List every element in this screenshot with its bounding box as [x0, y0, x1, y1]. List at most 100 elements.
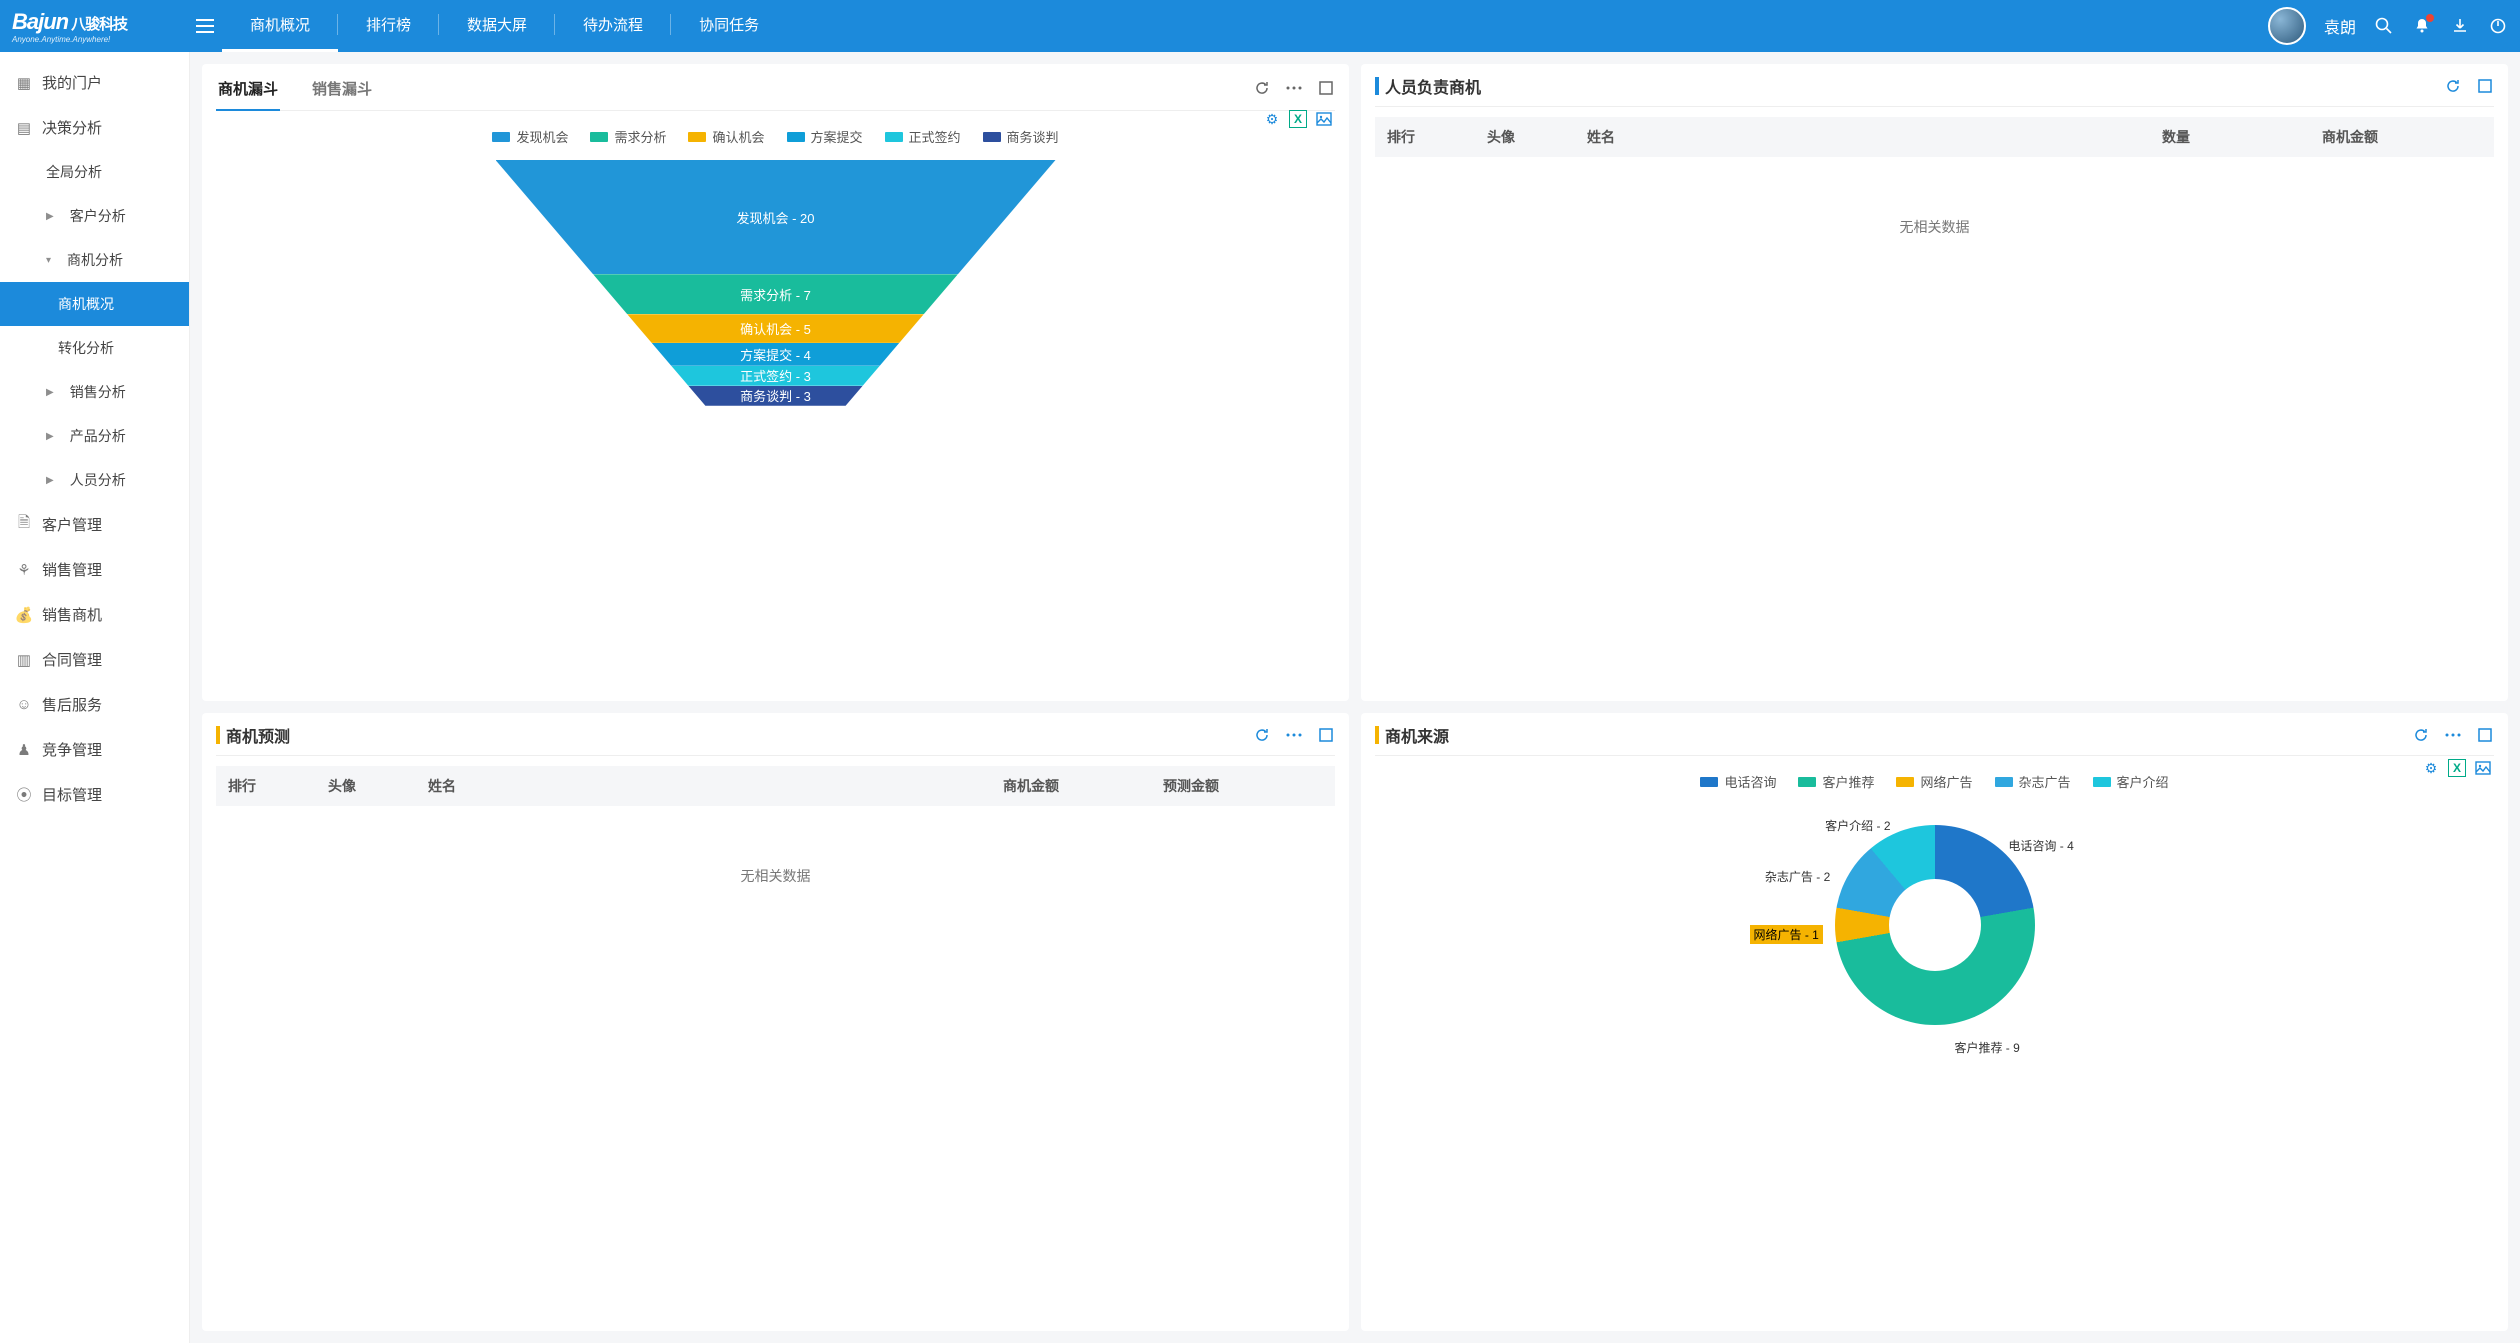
col-avatar: 头像	[328, 776, 408, 796]
funnel-segment-0[interactable]: 发现机会 - 20	[496, 160, 1056, 274]
top-tab-4[interactable]: 协同任务	[671, 0, 787, 52]
title-accent	[1375, 77, 1379, 95]
pie-label-2: 网络广告 - 1	[1750, 925, 1823, 944]
sidebar-item-9[interactable]: ▶人员分析	[0, 458, 189, 502]
expand-icon[interactable]	[1317, 79, 1335, 97]
sidebar-item-6[interactable]: 转化分析	[0, 326, 189, 370]
top-tab-0[interactable]: 商机概况	[222, 0, 338, 52]
legend-item[interactable]: 杂志广告	[1995, 772, 2071, 791]
funnel-tab-1[interactable]: 销售漏斗	[310, 74, 374, 111]
money-icon: 💰	[16, 607, 32, 623]
sidebar-item-label: 转化分析	[58, 338, 114, 358]
sidebar-item-label: 我的门户	[42, 72, 102, 93]
legend-item[interactable]: 需求分析	[590, 127, 666, 146]
donut-chart-wrap: 电话咨询 - 4客户推荐 - 9网络广告 - 1杂志广告 - 2客户介绍 - 2	[1375, 805, 2494, 1035]
forecast-card-title: 商机预测	[226, 723, 290, 747]
sidebar-item-label: 客户管理	[42, 514, 102, 535]
funnel-segment-5[interactable]: 商务谈判 - 3	[688, 386, 862, 406]
more-icon[interactable]	[2444, 726, 2462, 744]
caret-icon: ▶	[46, 431, 54, 442]
legend-item[interactable]: 正式签约	[885, 127, 961, 146]
sidebar-item-label: 合同管理	[42, 649, 102, 670]
pie-label-1: 客户推荐 - 9	[1954, 1039, 2019, 1056]
legend-item[interactable]: 商务谈判	[983, 127, 1059, 146]
sidebar-item-14[interactable]: ☺售后服务	[0, 682, 189, 727]
refresh-icon[interactable]	[1253, 726, 1271, 744]
staff-card: 人员负责商机 排行 头像 姓名 数量 商机金额 无相关数据	[1361, 64, 2508, 701]
top-tab-3[interactable]: 待办流程	[555, 0, 671, 52]
sidebar-item-label: 人员分析	[70, 470, 126, 490]
bell-icon[interactable]	[2412, 16, 2432, 36]
refresh-icon[interactable]	[1253, 79, 1271, 97]
expand-icon[interactable]	[2476, 77, 2494, 95]
funnel-segment-3[interactable]: 方案提交 - 4	[652, 343, 900, 366]
grid-icon: ▦	[16, 75, 32, 91]
top-tab-2[interactable]: 数据大屏	[439, 0, 555, 52]
pie-label-4: 客户介绍 - 2	[1825, 817, 1890, 834]
sidebar-item-10[interactable]: 🗎客户管理	[0, 502, 189, 547]
funnel-segment-2[interactable]: 确认机会 - 5	[627, 314, 923, 343]
sidebar-item-4[interactable]: ▾商机分析	[0, 238, 189, 282]
legend-item[interactable]: 客户推荐	[1798, 772, 1874, 791]
sidebar-item-11[interactable]: ⚘ 销售管理	[0, 547, 189, 592]
col-amount: 商机金额	[1003, 776, 1143, 796]
refresh-icon[interactable]	[2412, 726, 2430, 744]
legend-item[interactable]: 发现机会	[492, 127, 568, 146]
legend-item[interactable]: 网络广告	[1896, 772, 1972, 791]
search-icon[interactable]	[2374, 16, 2394, 36]
logo-text: Bajun	[12, 9, 68, 35]
excel-export-icon[interactable]: X	[1289, 110, 1307, 128]
refresh-icon[interactable]	[2444, 77, 2462, 95]
legend-item[interactable]: 电话咨询	[1700, 772, 1776, 791]
col-avatar: 头像	[1487, 127, 1567, 147]
legend-item[interactable]: 确认机会	[688, 127, 764, 146]
title-accent	[1375, 726, 1379, 744]
sidebar-item-12[interactable]: 💰销售商机	[0, 592, 189, 637]
expand-icon[interactable]	[1317, 726, 1335, 744]
user-avatar[interactable]	[2268, 7, 2306, 45]
power-icon[interactable]	[2488, 16, 2508, 36]
expand-icon[interactable]	[2476, 726, 2494, 744]
sidebar-item-3[interactable]: ▶客户分析	[0, 194, 189, 238]
sidebar-item-16[interactable]: ⦿目标管理	[0, 772, 189, 817]
logo-chinese: 八骏科技	[71, 13, 127, 34]
sidebar-toggle-button[interactable]	[188, 0, 222, 52]
funnel-segment-1[interactable]: 需求分析 - 7	[593, 274, 958, 314]
funnel-tab-0[interactable]: 商机漏斗	[216, 74, 280, 111]
sidebar-item-15[interactable]: ♟竞争管理	[0, 727, 189, 772]
funnel-segment-4[interactable]: 正式签约 - 3	[671, 366, 880, 386]
legend-item[interactable]: 客户介绍	[2093, 772, 2169, 791]
sidebar-item-label: 全局分析	[46, 162, 102, 182]
source-card-title: 商机来源	[1385, 723, 1449, 747]
sidebar-item-1[interactable]: ▤决策分析	[0, 105, 189, 150]
image-export-icon[interactable]	[1315, 110, 1333, 128]
sidebar-item-7[interactable]: ▶销售分析	[0, 370, 189, 414]
funnel-chart: 发现机会 - 20需求分析 - 7确认机会 - 5方案提交 - 4正式签约 - …	[496, 160, 1056, 406]
sidebar-item-5[interactable]: 商机概况	[0, 282, 189, 326]
funnel-card: 商机漏斗销售漏斗 ⚙ X 发现机会 需求分析 确认机会 方案提交 正式签约 商务谈判 发现…	[202, 64, 1349, 701]
col-name: 姓名	[1587, 127, 2142, 147]
title-accent	[216, 726, 220, 744]
sidebar-item-2[interactable]: 全局分析	[0, 150, 189, 194]
source-legend: 电话咨询 客户推荐 网络广告 杂志广告 客户介绍	[1375, 772, 2494, 791]
sidebar-item-8[interactable]: ▶产品分析	[0, 414, 189, 458]
staff-table-header: 排行 头像 姓名 数量 商机金额	[1375, 117, 2494, 157]
legend-item[interactable]: 方案提交	[787, 127, 863, 146]
col-qty: 数量	[2162, 127, 2302, 147]
forecast-empty-text: 无相关数据	[216, 806, 1335, 986]
excel-export-icon[interactable]: X	[2448, 759, 2466, 777]
gear-icon[interactable]: ⚙	[2422, 759, 2440, 777]
user-name-label: 袁朗	[2324, 14, 2356, 38]
sidebar-item-13[interactable]: ▥合同管理	[0, 637, 189, 682]
download-icon[interactable]	[2450, 16, 2470, 36]
logo-subtitle: Anyone.Anytime.Anywhere!	[12, 35, 188, 44]
gear-icon[interactable]: ⚙	[1263, 110, 1281, 128]
sidebar-item-0[interactable]: ▦ 我的门户	[0, 60, 189, 105]
people-icon: ⚘	[16, 562, 32, 578]
top-tab-1[interactable]: 排行榜	[338, 0, 439, 52]
sidebar-item-label: 销售管理	[42, 559, 102, 580]
staff-empty-text: 无相关数据	[1375, 157, 2494, 337]
more-icon[interactable]	[1285, 79, 1303, 97]
more-icon[interactable]	[1285, 726, 1303, 744]
image-export-icon[interactable]	[2474, 759, 2492, 777]
